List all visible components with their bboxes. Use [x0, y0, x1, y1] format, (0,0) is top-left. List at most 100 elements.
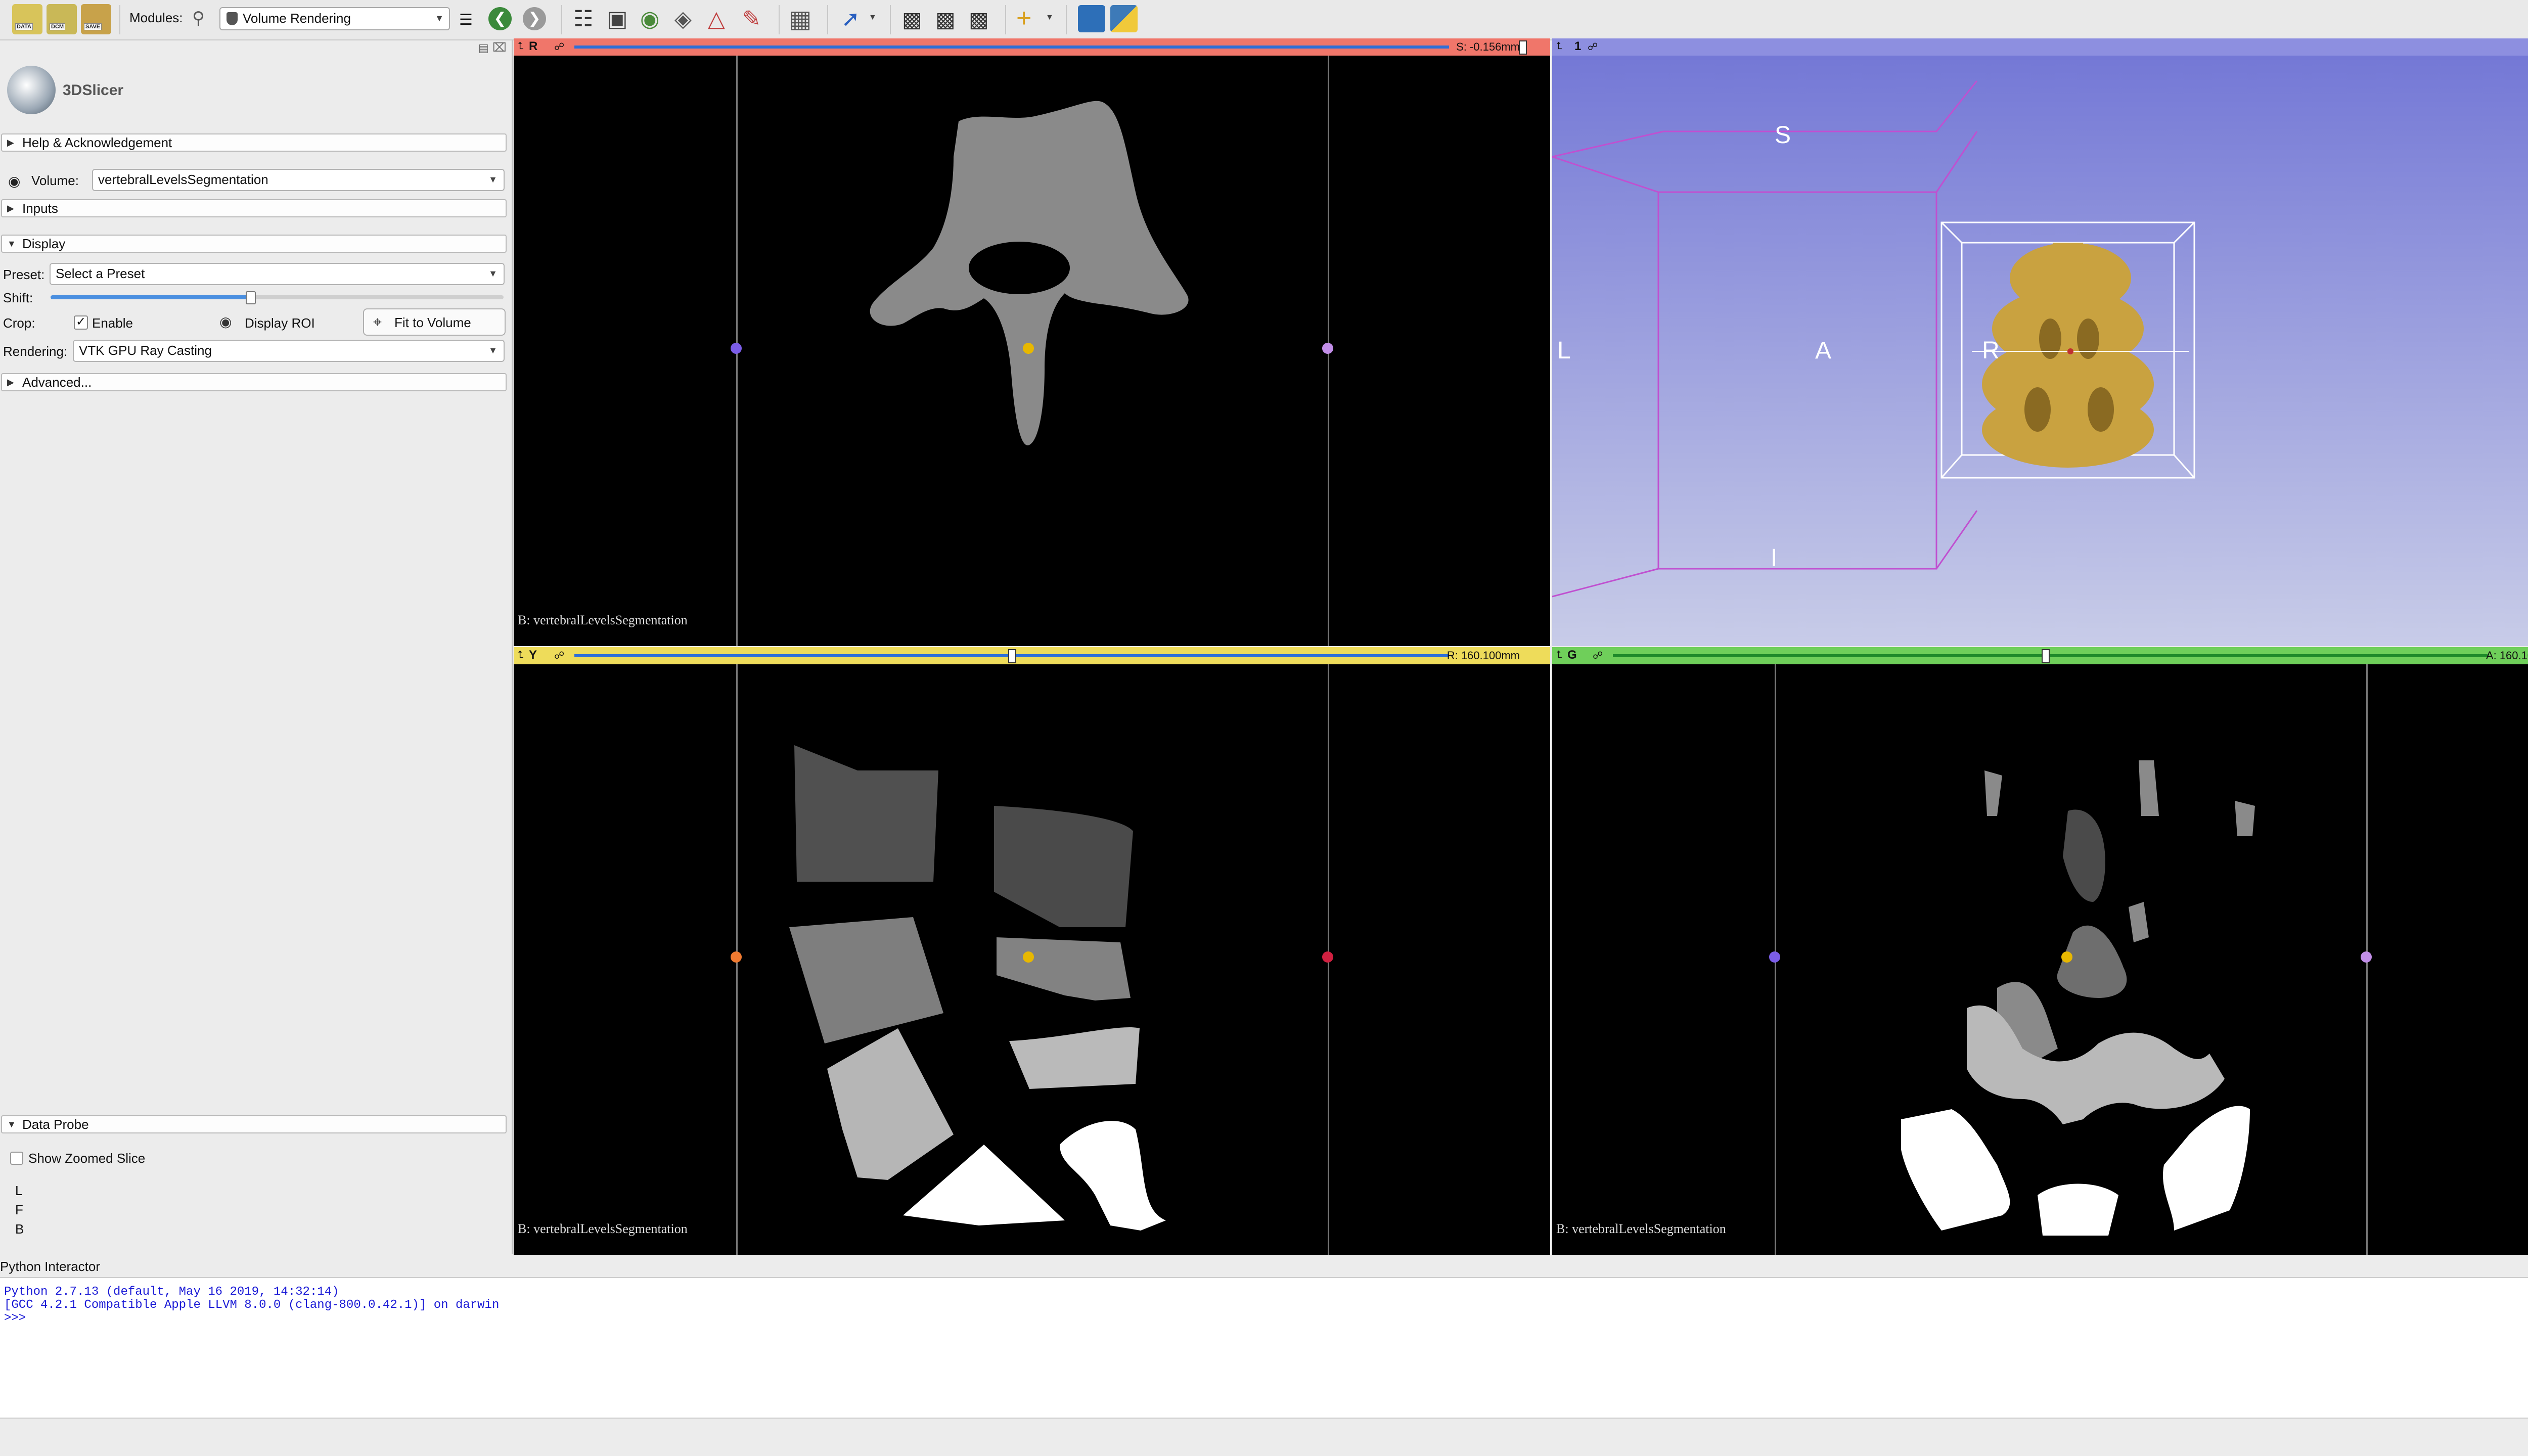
yellow-slice-slider-handle[interactable]	[1008, 649, 1016, 663]
volume-selector[interactable]: vertebralLevelsSegmentation ▼	[92, 169, 505, 191]
landmark-marker[interactable]	[2361, 951, 2372, 963]
markups-module-icon[interactable]: △	[708, 6, 725, 32]
green-slice-controller[interactable]: ⮤ G ☍ A: 160.100mm	[1552, 647, 2528, 664]
landmark-marker[interactable]	[731, 951, 742, 963]
enable-checkbox[interactable]: ✓	[74, 315, 88, 330]
yellow-view-label: B: vertebralLevelsSegmentation	[518, 1221, 688, 1236]
chevron-down-icon[interactable]: ▼	[869, 13, 877, 22]
toolbar-separator	[827, 5, 828, 34]
link-icon[interactable]: ☍	[1588, 40, 1598, 53]
show-zoomed-slice-checkbox[interactable]	[10, 1152, 23, 1165]
python-console[interactable]: Python 2.7.13 (default, May 16 2019, 14:…	[0, 1277, 2528, 1419]
landmark-marker[interactable]	[1769, 951, 1780, 963]
preset-value: Select a Preset	[56, 266, 145, 281]
shift-slider-handle[interactable]	[246, 291, 256, 304]
link-icon[interactable]: ☍	[1593, 649, 1603, 662]
crosshair-marker[interactable]	[1023, 951, 1034, 963]
display-roi-label: Display ROI	[245, 315, 315, 331]
undock-icon[interactable]: ▤	[478, 41, 489, 55]
models-module-icon[interactable]: ◉	[640, 6, 659, 32]
fit-to-volume-button[interactable]: ⌖ Fit to Volume	[363, 308, 506, 336]
green-slice-offset: A: 160.100mm	[2486, 649, 2528, 662]
green-slice-slider-handle[interactable]	[2042, 649, 2050, 663]
volume-value: vertebralLevelsSegmentation	[98, 172, 268, 187]
landmark-marker[interactable]	[1322, 343, 1333, 354]
chevron-right-icon: ▶	[7, 138, 14, 148]
crop-label: Crop:	[3, 315, 35, 331]
red-slice-slider-handle[interactable]	[1519, 40, 1527, 55]
landmark-marker[interactable]	[1322, 951, 1333, 963]
crosshair-marker[interactable]	[2061, 951, 2072, 963]
chevron-down-icon: ▼	[488, 345, 498, 355]
rendering-selector[interactable]: VTK GPU Ray Casting ▼	[73, 340, 505, 362]
load-data-button[interactable]: DATA	[12, 4, 42, 34]
pin-icon[interactable]: ⮤	[1556, 649, 1562, 661]
yellow-view-letter: Y	[529, 648, 537, 662]
crosshair-marker[interactable]	[1023, 343, 1034, 354]
module-list-icon[interactable]: ☰	[459, 11, 473, 29]
volumes-module-icon[interactable]: ▣	[607, 6, 628, 32]
threed-view-controller[interactable]: ⮤ 1 ☍	[1552, 38, 2528, 56]
chevron-down-icon[interactable]: ▼	[1046, 13, 1054, 22]
python-interactor-title: Python Interactor	[0, 1259, 100, 1274]
transforms-module-icon[interactable]: ◈	[674, 6, 692, 32]
pin-icon[interactable]: ⮤	[518, 649, 524, 661]
dicom-icon: DCM	[50, 23, 66, 30]
data-probe-section[interactable]: ▼ Data Probe	[1, 1115, 507, 1133]
editor-module-icon[interactable]: ✎	[742, 6, 761, 32]
yellow-slice-view[interactable]: B: vertebralLevelsSegmentation	[514, 664, 1550, 1255]
display-section-label: Display	[22, 236, 66, 251]
red-slice-view[interactable]: B: vertebralLevelsSegmentation	[514, 56, 1550, 646]
red-slice-slider[interactable]	[574, 46, 1449, 49]
save-button[interactable]: SAVE	[81, 4, 111, 34]
inputs-section[interactable]: ▶ Inputs	[1, 199, 507, 217]
forward-icon[interactable]: ❯	[523, 7, 546, 30]
yellow-slice-controller[interactable]: ⮤ Y ☍ R: 160.100mm	[514, 647, 1550, 664]
python-icon[interactable]	[1110, 5, 1138, 32]
modules-label: Modules:	[129, 10, 183, 25]
orientation-i-label: I	[1771, 544, 1778, 571]
search-icon[interactable]: ⚲	[192, 8, 205, 28]
chevron-down-icon: ▼	[7, 239, 16, 249]
mouse-mode-icon[interactable]: ➚	[841, 6, 860, 32]
console-prompt[interactable]: >>>	[4, 1311, 26, 1325]
eye-icon[interactable]: ◉	[219, 313, 232, 330]
enable-label: Enable	[92, 315, 133, 331]
threed-view[interactable]: S L A R I	[1552, 56, 2528, 646]
pin-icon[interactable]: ⮤	[518, 40, 524, 52]
module-selector[interactable]: Volume Rendering ▼	[219, 7, 450, 30]
main-toolbar: DATA DCM SAVE Modules: ⚲ Volume Renderin…	[0, 0, 2528, 40]
screenshot-icon[interactable]: ▩	[902, 7, 922, 32]
show-zoomed-slice-label: Show Zoomed Slice	[28, 1151, 146, 1166]
help-section-label: Help & Acknowledgement	[22, 135, 172, 150]
fit-to-volume-label: Fit to Volume	[394, 315, 471, 330]
green-slice-slider[interactable]	[1613, 654, 2488, 657]
link-icon[interactable]: ☍	[554, 649, 564, 662]
link-icon[interactable]: ☍	[554, 40, 564, 53]
scene-view-icon[interactable]: ▩	[935, 7, 956, 32]
green-slice-view[interactable]: B: vertebralLevelsSegmentation	[1552, 664, 2528, 1255]
preset-selector[interactable]: Select a Preset ▼	[50, 263, 505, 285]
data-probe-section-label: Data Probe	[22, 1117, 89, 1132]
extensions-icon[interactable]	[1078, 5, 1105, 32]
layout-icon[interactable]: ▦	[789, 5, 811, 33]
red-slice-controller[interactable]: ⮤ R ☍ S: -0.156mm	[514, 38, 1550, 56]
display-section[interactable]: ▼ Display	[1, 235, 507, 253]
help-section[interactable]: ▶ Help & Acknowledgement	[1, 133, 507, 152]
pin-icon[interactable]: ⮤	[1556, 40, 1562, 52]
dicom-button[interactable]: DCM	[47, 4, 77, 34]
capture-icon[interactable]: ▩	[969, 7, 989, 32]
chevron-down-icon: ▼	[435, 13, 444, 23]
close-icon[interactable]: ⌧	[492, 40, 507, 55]
advanced-section[interactable]: ▶ Advanced...	[1, 373, 507, 391]
module-selected-label: Volume Rendering	[243, 11, 351, 26]
data-module-icon[interactable]: ☷	[573, 6, 593, 32]
red-slice-offset: S: -0.156mm	[1456, 40, 1520, 53]
shift-slider[interactable]	[51, 291, 504, 304]
crosshair-icon[interactable]: +	[1016, 3, 1031, 33]
eye-icon[interactable]: ◉	[8, 173, 20, 190]
landmark-marker[interactable]	[731, 343, 742, 354]
volume-label: Volume:	[31, 173, 79, 188]
back-icon[interactable]: ❮	[488, 7, 512, 30]
green-view-label: B: vertebralLevelsSegmentation	[1556, 1221, 1726, 1236]
